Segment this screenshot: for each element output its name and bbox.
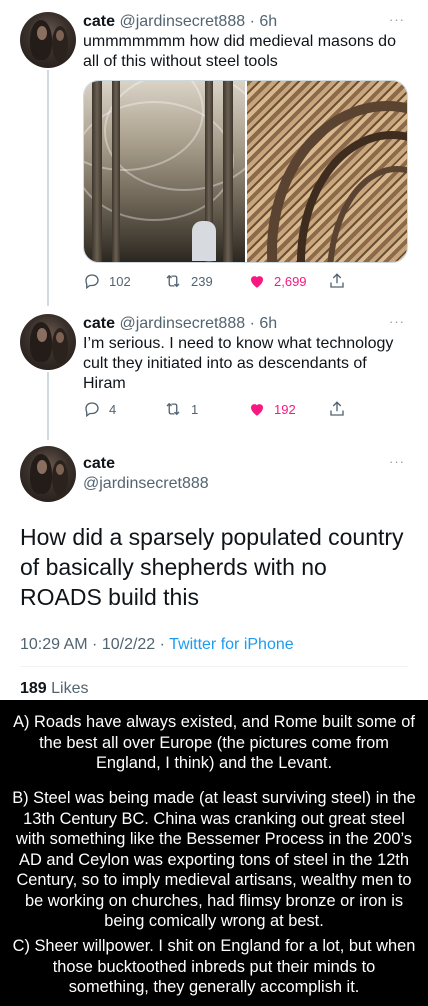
heart-icon <box>251 404 263 416</box>
thread-line <box>47 70 49 306</box>
likes-summary[interactable]: 189 Likes <box>20 680 89 698</box>
more-icon[interactable]: ··· <box>389 12 405 27</box>
tweet-metadata: 10:29 AM · 10/2/22 · Twitter for iPhone <box>20 636 294 654</box>
tweet-header: cate @jardinsecret888 · 6h <box>83 314 277 334</box>
share-icon <box>330 401 344 416</box>
avatar[interactable] <box>20 12 76 68</box>
user-handle[interactable]: @jardinsecret888 <box>119 315 245 332</box>
like-count: 2,699 <box>274 273 307 289</box>
likes-count: 189 <box>20 680 47 697</box>
more-icon[interactable]: ··· <box>389 314 405 329</box>
retweet-button[interactable]: 239 <box>163 272 213 290</box>
likes-label: Likes <box>46 680 89 697</box>
user-handle[interactable]: @jardinsecret888 <box>83 474 209 494</box>
share-button[interactable] <box>328 272 346 290</box>
reply-icon <box>85 274 99 290</box>
reply-count: 102 <box>109 273 131 289</box>
reply-caption-box: A) Roads have always existed, and Rome b… <box>0 700 428 1006</box>
like-count: 192 <box>274 401 296 417</box>
reply-button[interactable]: 4 <box>83 400 116 418</box>
answer-a: A) Roads have always existed, and Rome b… <box>13 713 415 772</box>
retweet-count: 1 <box>191 401 199 417</box>
share-icon <box>330 273 344 288</box>
heart-icon <box>251 276 263 288</box>
answer-c: C) Sheer willpower. I shit on England fo… <box>12 937 416 996</box>
more-icon[interactable]: ··· <box>389 454 405 469</box>
retweet-icon <box>166 274 180 288</box>
like-button[interactable]: 2,699 <box>248 272 307 290</box>
tweet-source[interactable]: Twitter for iPhone <box>169 636 294 653</box>
cathedral-nave-image[interactable] <box>84 81 245 262</box>
tweet-time[interactable]: 6h <box>259 13 277 30</box>
reply-icon <box>85 402 99 418</box>
separator: · <box>245 13 260 30</box>
display-name[interactable]: cate <box>83 454 115 474</box>
separator: · <box>245 315 260 332</box>
tweet-header: cate @jardinsecret888 · 6h <box>83 12 277 32</box>
retweet-button[interactable]: 1 <box>163 400 198 418</box>
reply-count: 4 <box>109 401 117 417</box>
main-tweet-text: How did a sparsely populated country of … <box>20 524 404 610</box>
retweet-icon <box>166 402 180 416</box>
display-name[interactable]: cate <box>83 315 115 332</box>
user-handle[interactable]: @jardinsecret888 <box>119 13 245 30</box>
tweet-time[interactable]: 6h <box>259 315 277 332</box>
display-name[interactable]: cate <box>83 13 115 30</box>
reply-button[interactable]: 102 <box>83 272 131 290</box>
avatar[interactable] <box>20 446 76 502</box>
retweet-count: 239 <box>191 273 213 289</box>
thread-line <box>47 372 49 440</box>
like-button[interactable]: 192 <box>248 400 296 418</box>
tweet-timestamp[interactable]: 10:29 AM · 10/2/22 · <box>20 636 169 653</box>
answer-b: B) Steel was being made (at least surviv… <box>12 789 416 930</box>
tweet-text: I’m serious. I need to know what technol… <box>83 335 394 392</box>
carved-arch-image[interactable] <box>246 81 407 262</box>
tweet-text: ummmmmmm how did medieval masons do all … <box>83 33 396 70</box>
avatar[interactable] <box>20 314 76 370</box>
tweet-media[interactable] <box>83 80 408 263</box>
share-button[interactable] <box>328 400 346 418</box>
divider <box>20 666 408 667</box>
